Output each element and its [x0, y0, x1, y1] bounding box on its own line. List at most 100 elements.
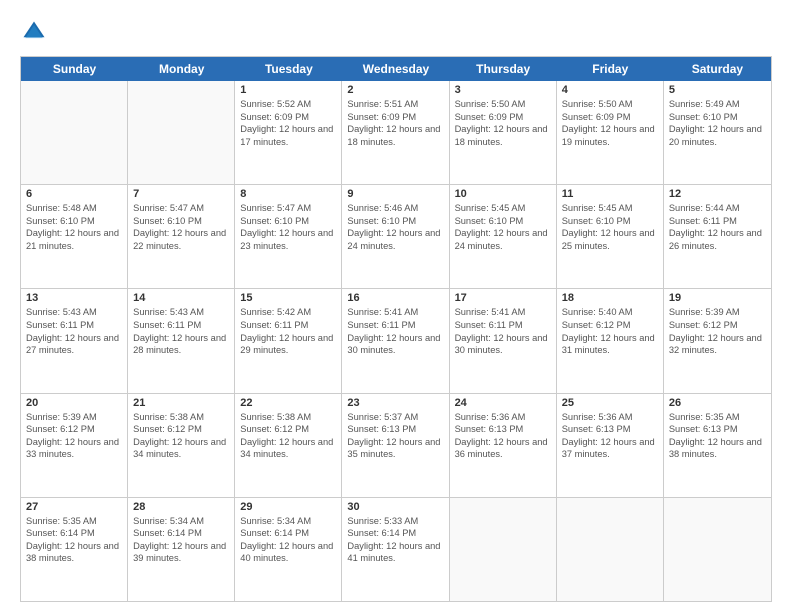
calendar-day-cell: 28 Sunrise: 5:34 AM Sunset: 6:14 PM Dayli… — [128, 498, 235, 601]
day-info: Sunrise: 5:33 AM Sunset: 6:14 PM Dayligh… — [347, 515, 443, 565]
calendar-day-cell: 15 Sunrise: 5:42 AM Sunset: 6:11 PM Dayli… — [235, 289, 342, 392]
calendar-body: 1 Sunrise: 5:52 AM Sunset: 6:09 PM Daylig… — [21, 81, 771, 601]
calendar-row: 6 Sunrise: 5:48 AM Sunset: 6:10 PM Daylig… — [21, 185, 771, 289]
day-info: Sunrise: 5:39 AM Sunset: 6:12 PM Dayligh… — [669, 306, 766, 356]
day-info: Sunrise: 5:47 AM Sunset: 6:10 PM Dayligh… — [133, 202, 229, 252]
calendar-day-cell: 11 Sunrise: 5:45 AM Sunset: 6:10 PM Dayli… — [557, 185, 664, 288]
calendar-header: SundayMondayTuesdayWednesdayThursdayFrid… — [21, 57, 771, 81]
calendar-day-cell: 29 Sunrise: 5:34 AM Sunset: 6:14 PM Dayli… — [235, 498, 342, 601]
day-number: 18 — [562, 292, 658, 304]
day-info: Sunrise: 5:51 AM Sunset: 6:09 PM Dayligh… — [347, 98, 443, 148]
day-of-week-header: Saturday — [664, 57, 771, 81]
day-number: 3 — [455, 84, 551, 96]
empty-cell — [128, 81, 235, 184]
day-info: Sunrise: 5:34 AM Sunset: 6:14 PM Dayligh… — [133, 515, 229, 565]
calendar-day-cell: 9 Sunrise: 5:46 AM Sunset: 6:10 PM Daylig… — [342, 185, 449, 288]
day-info: Sunrise: 5:50 AM Sunset: 6:09 PM Dayligh… — [562, 98, 658, 148]
day-number: 19 — [669, 292, 766, 304]
calendar-day-cell: 12 Sunrise: 5:44 AM Sunset: 6:11 PM Dayli… — [664, 185, 771, 288]
day-number: 14 — [133, 292, 229, 304]
day-number: 13 — [26, 292, 122, 304]
day-number: 29 — [240, 501, 336, 513]
day-info: Sunrise: 5:34 AM Sunset: 6:14 PM Dayligh… — [240, 515, 336, 565]
day-number: 6 — [26, 188, 122, 200]
day-number: 5 — [669, 84, 766, 96]
day-info: Sunrise: 5:38 AM Sunset: 6:12 PM Dayligh… — [240, 411, 336, 461]
calendar-day-cell: 22 Sunrise: 5:38 AM Sunset: 6:12 PM Dayli… — [235, 394, 342, 497]
day-number: 10 — [455, 188, 551, 200]
day-number: 17 — [455, 292, 551, 304]
empty-cell — [664, 498, 771, 601]
calendar-day-cell: 8Sunrise: 5:47 AM Sunset: 6:10 PM Daylig… — [235, 185, 342, 288]
day-info: Sunrise: 5:41 AM Sunset: 6:11 PM Dayligh… — [455, 306, 551, 356]
day-number: 23 — [347, 397, 443, 409]
calendar-day-cell: 7Sunrise: 5:47 AM Sunset: 6:10 PM Daylig… — [128, 185, 235, 288]
day-info: Sunrise: 5:44 AM Sunset: 6:11 PM Dayligh… — [669, 202, 766, 252]
calendar-day-cell: 18 Sunrise: 5:40 AM Sunset: 6:12 PM Dayli… — [557, 289, 664, 392]
day-info: Sunrise: 5:50 AM Sunset: 6:09 PM Dayligh… — [455, 98, 551, 148]
calendar-row: 20 Sunrise: 5:39 AM Sunset: 6:12 PM Dayli… — [21, 394, 771, 498]
day-number: 9 — [347, 188, 443, 200]
day-info: Sunrise: 5:47 AM Sunset: 6:10 PM Dayligh… — [240, 202, 336, 252]
calendar-day-cell: 17 Sunrise: 5:41 AM Sunset: 6:11 PM Dayli… — [450, 289, 557, 392]
day-info: Sunrise: 5:36 AM Sunset: 6:13 PM Dayligh… — [455, 411, 551, 461]
day-of-week-header: Friday — [557, 57, 664, 81]
day-info: Sunrise: 5:36 AM Sunset: 6:13 PM Dayligh… — [562, 411, 658, 461]
calendar-day-cell: 27Sunrise: 5:35 AM Sunset: 6:14 PM Dayli… — [21, 498, 128, 601]
calendar-row: 1 Sunrise: 5:52 AM Sunset: 6:09 PM Daylig… — [21, 81, 771, 185]
calendar-row: 13 Sunrise: 5:43 AM Sunset: 6:11 PM Dayli… — [21, 289, 771, 393]
calendar-day-cell: 21Sunrise: 5:38 AM Sunset: 6:12 PM Dayli… — [128, 394, 235, 497]
day-info: Sunrise: 5:41 AM Sunset: 6:11 PM Dayligh… — [347, 306, 443, 356]
day-info: Sunrise: 5:43 AM Sunset: 6:11 PM Dayligh… — [26, 306, 122, 356]
day-of-week-header: Wednesday — [342, 57, 449, 81]
calendar-day-cell: 4 Sunrise: 5:50 AM Sunset: 6:09 PM Daylig… — [557, 81, 664, 184]
logo-icon — [20, 18, 48, 46]
calendar-day-cell: 5Sunrise: 5:49 AM Sunset: 6:10 PM Daylig… — [664, 81, 771, 184]
day-number: 26 — [669, 397, 766, 409]
day-info: Sunrise: 5:39 AM Sunset: 6:12 PM Dayligh… — [26, 411, 122, 461]
calendar-day-cell: 25 Sunrise: 5:36 AM Sunset: 6:13 PM Dayli… — [557, 394, 664, 497]
day-number: 25 — [562, 397, 658, 409]
calendar-day-cell: 19 Sunrise: 5:39 AM Sunset: 6:12 PM Dayli… — [664, 289, 771, 392]
header — [20, 18, 772, 46]
calendar-day-cell: 1 Sunrise: 5:52 AM Sunset: 6:09 PM Daylig… — [235, 81, 342, 184]
calendar-day-cell: 30 Sunrise: 5:33 AM Sunset: 6:14 PM Dayli… — [342, 498, 449, 601]
day-of-week-header: Thursday — [450, 57, 557, 81]
day-info: Sunrise: 5:43 AM Sunset: 6:11 PM Dayligh… — [133, 306, 229, 356]
calendar: SundayMondayTuesdayWednesdayThursdayFrid… — [20, 56, 772, 602]
day-info: Sunrise: 5:52 AM Sunset: 6:09 PM Dayligh… — [240, 98, 336, 148]
calendar-day-cell: 14 Sunrise: 5:43 AM Sunset: 6:11 PM Dayli… — [128, 289, 235, 392]
day-number: 27 — [26, 501, 122, 513]
calendar-day-cell: 24 Sunrise: 5:36 AM Sunset: 6:13 PM Dayli… — [450, 394, 557, 497]
calendar-row: 27Sunrise: 5:35 AM Sunset: 6:14 PM Dayli… — [21, 498, 771, 601]
calendar-day-cell: 3 Sunrise: 5:50 AM Sunset: 6:09 PM Daylig… — [450, 81, 557, 184]
day-info: Sunrise: 5:48 AM Sunset: 6:10 PM Dayligh… — [26, 202, 122, 252]
day-info: Sunrise: 5:37 AM Sunset: 6:13 PM Dayligh… — [347, 411, 443, 461]
day-info: Sunrise: 5:42 AM Sunset: 6:11 PM Dayligh… — [240, 306, 336, 356]
day-number: 12 — [669, 188, 766, 200]
day-number: 4 — [562, 84, 658, 96]
day-info: Sunrise: 5:38 AM Sunset: 6:12 PM Dayligh… — [133, 411, 229, 461]
day-number: 1 — [240, 84, 336, 96]
empty-cell — [557, 498, 664, 601]
day-number: 30 — [347, 501, 443, 513]
day-info: Sunrise: 5:45 AM Sunset: 6:10 PM Dayligh… — [562, 202, 658, 252]
day-of-week-header: Tuesday — [235, 57, 342, 81]
calendar-day-cell: 26Sunrise: 5:35 AM Sunset: 6:13 PM Dayli… — [664, 394, 771, 497]
day-info: Sunrise: 5:46 AM Sunset: 6:10 PM Dayligh… — [347, 202, 443, 252]
day-number: 24 — [455, 397, 551, 409]
calendar-day-cell: 23 Sunrise: 5:37 AM Sunset: 6:13 PM Dayli… — [342, 394, 449, 497]
day-number: 22 — [240, 397, 336, 409]
calendar-day-cell: 13 Sunrise: 5:43 AM Sunset: 6:11 PM Dayli… — [21, 289, 128, 392]
calendar-day-cell: 6 Sunrise: 5:48 AM Sunset: 6:10 PM Daylig… — [21, 185, 128, 288]
calendar-day-cell: 10 Sunrise: 5:45 AM Sunset: 6:10 PM Dayli… — [450, 185, 557, 288]
empty-cell — [21, 81, 128, 184]
day-info: Sunrise: 5:40 AM Sunset: 6:12 PM Dayligh… — [562, 306, 658, 356]
day-number: 28 — [133, 501, 229, 513]
page: SundayMondayTuesdayWednesdayThursdayFrid… — [0, 0, 792, 612]
day-number: 11 — [562, 188, 658, 200]
day-number: 15 — [240, 292, 336, 304]
day-number: 20 — [26, 397, 122, 409]
day-info: Sunrise: 5:45 AM Sunset: 6:10 PM Dayligh… — [455, 202, 551, 252]
calendar-day-cell: 20 Sunrise: 5:39 AM Sunset: 6:12 PM Dayli… — [21, 394, 128, 497]
